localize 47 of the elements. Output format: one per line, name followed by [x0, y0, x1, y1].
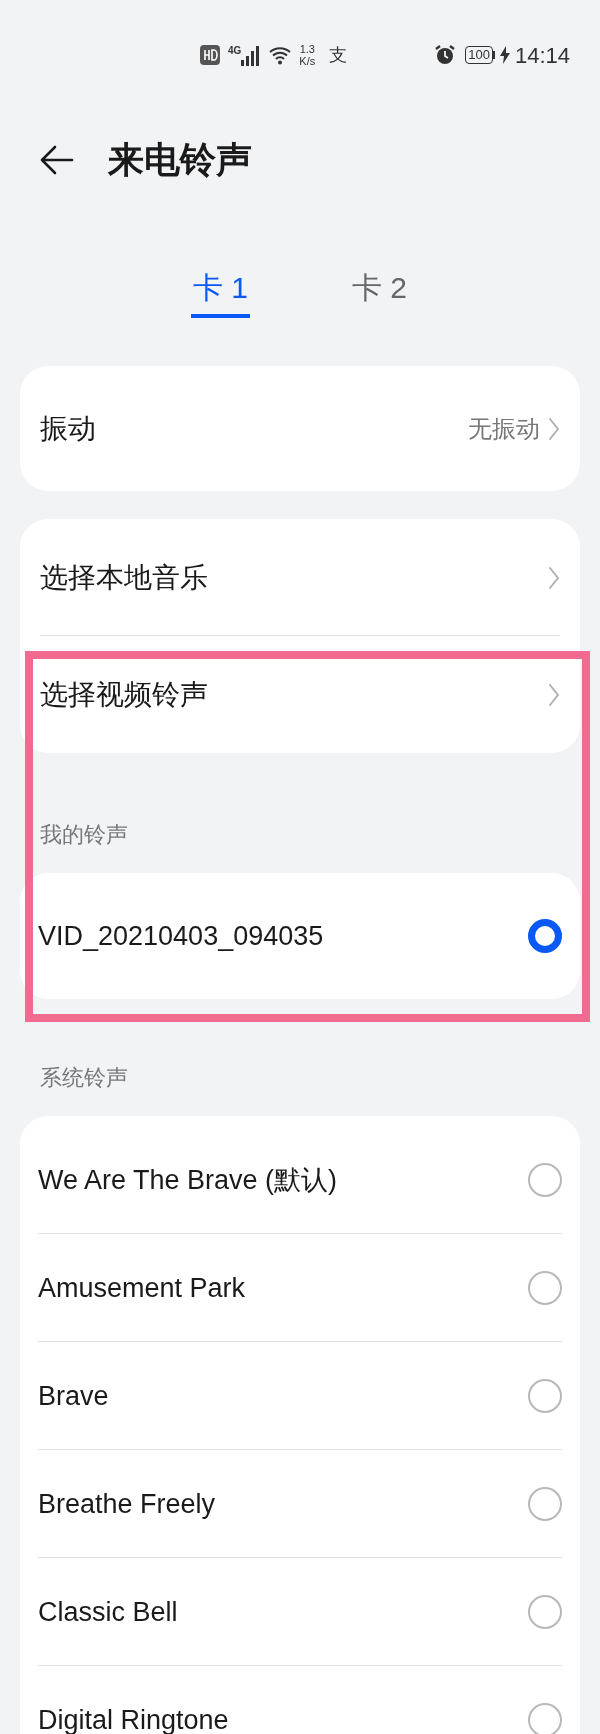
vibration-value: 无振动	[468, 413, 540, 444]
chevron-right-icon	[548, 565, 560, 590]
chevron-right-icon	[548, 416, 560, 441]
speed-value: 1.3	[299, 43, 315, 55]
radio-button[interactable]	[528, 1271, 562, 1305]
radio-button[interactable]	[528, 1487, 562, 1521]
ringtone-name: We Are The Brave (默认)	[38, 1163, 338, 1197]
ringtone-row[interactable]: Classic Bell	[38, 1558, 562, 1666]
radio-button[interactable]	[528, 1163, 562, 1197]
clock-time: 14:14	[514, 41, 570, 70]
chevron-right-icon	[548, 682, 560, 707]
section-header: 我的铃声	[40, 821, 128, 849]
sim-tab[interactable]: 卡 1	[190, 260, 250, 318]
ringtone-row[interactable]: Digital Ringtone	[38, 1666, 562, 1734]
vibration-label: 振动	[40, 411, 96, 446]
radio-button[interactable]	[528, 1595, 562, 1629]
source-label: 选择本地音乐	[40, 560, 208, 595]
battery-level: 100	[465, 46, 493, 64]
radio-button[interactable]	[528, 919, 562, 953]
signal-icon	[241, 44, 262, 66]
alarm-icon	[434, 44, 457, 66]
ringtone-name: Amusement Park	[38, 1271, 246, 1305]
ringtone-row[interactable]: Brave	[38, 1342, 562, 1450]
ringtone-name: Breathe Freely	[38, 1487, 216, 1521]
page-title: 来电铃声	[108, 138, 252, 182]
wifi-icon	[269, 45, 292, 65]
ringtone-row[interactable]: VID_20210403_094035	[38, 882, 562, 990]
sim-tab[interactable]: 卡 2	[350, 260, 410, 318]
ringtone-name: Classic Bell	[38, 1595, 178, 1629]
ringtone-name: Digital Ringtone	[38, 1703, 229, 1734]
hd-icon	[200, 45, 220, 65]
radio-button[interactable]	[528, 1703, 562, 1734]
back-arrow-icon[interactable]	[40, 145, 74, 175]
ringtone-name: Brave	[38, 1379, 109, 1413]
source-row[interactable]: 选择视频铃声	[40, 636, 560, 753]
radio-button[interactable]	[528, 1379, 562, 1413]
ringtone-name: VID_20210403_094035	[38, 919, 324, 953]
section-header: 系统铃声	[40, 1064, 128, 1092]
app-notification-glyph: 支	[329, 43, 348, 67]
ringtone-row[interactable]: Amusement Park	[38, 1234, 562, 1342]
network-type: 4G	[228, 43, 242, 58]
source-row[interactable]: 选择本地音乐	[40, 519, 560, 636]
speed-unit: K/s	[299, 55, 316, 67]
ringtone-row[interactable]: We Are The Brave (默认)	[38, 1126, 562, 1234]
vibration-row[interactable]: 振动 无振动	[20, 366, 580, 491]
ringtone-row[interactable]: Breathe Freely	[38, 1450, 562, 1558]
source-label: 选择视频铃声	[40, 677, 208, 712]
